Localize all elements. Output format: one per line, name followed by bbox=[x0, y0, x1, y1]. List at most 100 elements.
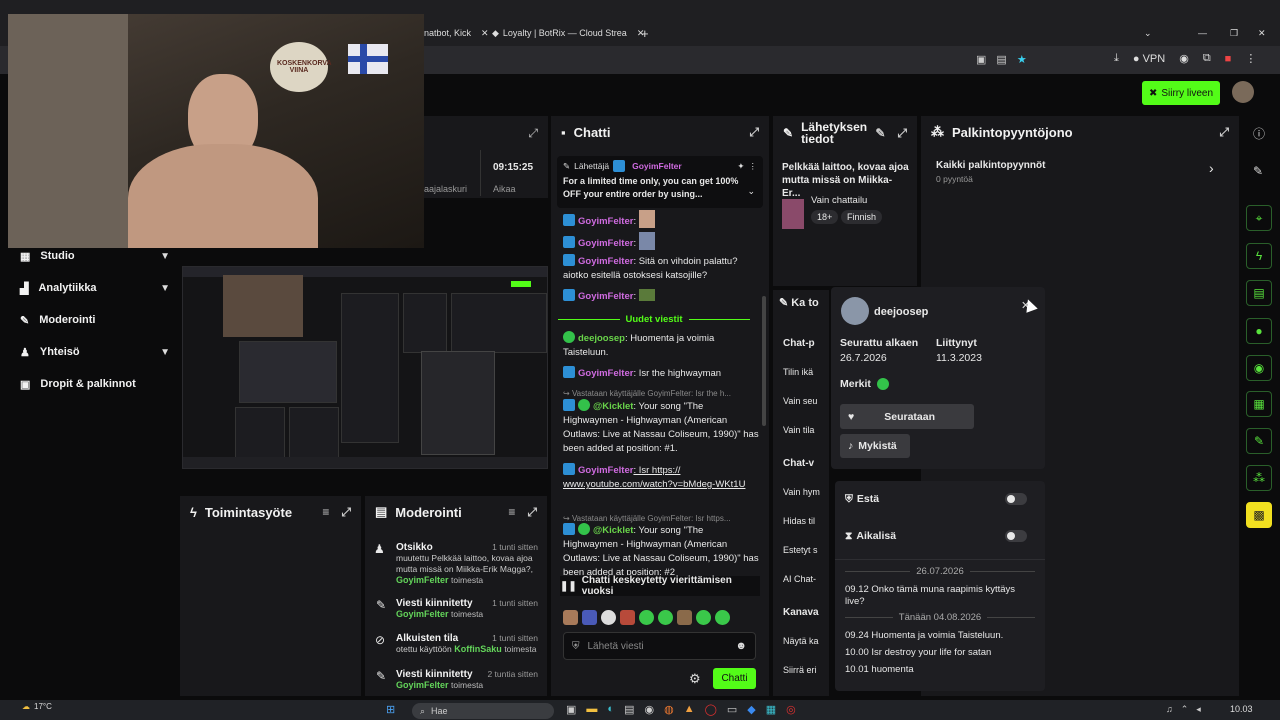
broadcast-button[interactable]: ◉ bbox=[1246, 355, 1272, 381]
emote-button[interactable] bbox=[658, 610, 673, 625]
account-icon[interactable]: ◉ bbox=[1179, 52, 1189, 65]
info-card-button[interactable]: ▦ bbox=[1246, 391, 1272, 417]
screenshot-icon[interactable]: ▣ bbox=[976, 53, 986, 66]
edit-icon[interactable]: ✎ bbox=[875, 127, 885, 139]
emote-button[interactable] bbox=[639, 610, 654, 625]
extensions-icon[interactable]: ⧉ bbox=[1203, 52, 1211, 65]
lightning-button[interactable]: ϟ bbox=[1246, 243, 1272, 269]
sidebar-item-community[interactable]: ♟ Yhteisö ▼ bbox=[20, 338, 170, 366]
notes-button[interactable]: ▤ bbox=[1246, 280, 1272, 306]
app-icon[interactable]: ◎ bbox=[786, 703, 796, 716]
emote-button[interactable] bbox=[620, 610, 635, 625]
browser-tab-2[interactable]: ◆ Loyalty | BotRix — Cloud Strea ✕ bbox=[492, 22, 644, 44]
reward-icon: ⁂ bbox=[1253, 471, 1265, 485]
sidebar-item-analytics[interactable]: ▟ Analytiikka ▼ bbox=[20, 274, 170, 302]
emote-button[interactable] bbox=[677, 610, 692, 625]
go-live-button[interactable]: ✖ Siirry liveen bbox=[1142, 81, 1220, 105]
emote-button[interactable] bbox=[582, 610, 597, 625]
opera-icon[interactable]: ◯ bbox=[705, 703, 717, 716]
speaker-icon[interactable]: ◂ bbox=[1196, 704, 1201, 715]
panel-title: ✎ Ka to bbox=[779, 297, 819, 309]
weather-widget[interactable]: ☁ 17°C bbox=[22, 702, 52, 711]
popout-icon[interactable]: ⤢ bbox=[341, 505, 351, 520]
new-tab-button[interactable]: + bbox=[641, 22, 649, 44]
start-button[interactable]: ⊞ bbox=[386, 703, 395, 716]
sidebar-item-drops[interactable]: ▣ Dropit & palkinnot bbox=[20, 370, 170, 398]
close-tab-icon[interactable]: ✕ bbox=[481, 28, 489, 39]
unpin-icon[interactable]: ✦ bbox=[737, 161, 744, 172]
tools-button[interactable]: ✎ bbox=[1246, 428, 1272, 454]
vpn-button[interactable]: ● VPN bbox=[1133, 53, 1165, 65]
popout-icon[interactable]: ⤢ bbox=[749, 125, 759, 140]
ban-toggle[interactable] bbox=[1005, 493, 1027, 505]
info-icon[interactable]: ⓘ bbox=[1253, 125, 1265, 142]
scene-button[interactable]: ⌖ bbox=[1246, 205, 1272, 231]
expand-chevron-icon[interactable]: ⌄ bbox=[747, 186, 755, 197]
sidebar-item-moderation[interactable]: ✎ Moderointi bbox=[20, 306, 170, 334]
chevron-right-icon[interactable]: › bbox=[1209, 160, 1214, 176]
clapper-button[interactable]: ▩ bbox=[1246, 502, 1272, 528]
menu-icon[interactable]: ⋮ bbox=[1245, 52, 1256, 65]
chevron-up-icon[interactable]: ⌃ bbox=[1181, 704, 1189, 715]
rewards-button[interactable]: ⁂ bbox=[1246, 465, 1272, 491]
tab-label: Loyalty | BotRix — Cloud Strea bbox=[502, 28, 627, 38]
browser-tab-1[interactable]: natbot, Kick ✕ bbox=[424, 22, 489, 44]
section-title: Chat-v bbox=[783, 458, 815, 469]
maximize-icon[interactable]: ❐ bbox=[1230, 22, 1238, 44]
app-icon[interactable]: ▦ bbox=[766, 703, 776, 716]
following-button[interactable]: ♥ Seurataan bbox=[840, 404, 974, 429]
reader-icon[interactable]: ▤ bbox=[996, 53, 1006, 66]
chat-input[interactable]: ⛨ Lähetä viesti ☻ bbox=[563, 632, 756, 660]
tab-list-icon[interactable]: ⌄ bbox=[1144, 22, 1152, 44]
popout-icon[interactable]: ⤢ bbox=[1219, 125, 1229, 140]
steam-icon[interactable]: ◉ bbox=[644, 703, 654, 716]
popout-icon[interactable]: ⤢ bbox=[527, 505, 537, 520]
sign-text: KOSKENKORVA VIINA bbox=[277, 60, 332, 74]
emote-button[interactable] bbox=[696, 610, 711, 625]
chat-paused-banner[interactable]: ❚❚ Chatti keskeytetty vierittämisen vuok… bbox=[560, 575, 760, 597]
pinned-message[interactable]: ✎ Lähettäjä GoyimFelter ✦ ⋮ For a limite… bbox=[557, 156, 763, 208]
firefox-icon[interactable]: ◍ bbox=[664, 703, 674, 716]
chat-button[interactable]: ● bbox=[1246, 318, 1272, 344]
taskbar: ☁ 17°C ⊞ ⌕ Hae ▣ ▬ ◐ ▤ ◉ ◍ ▲ ◯ ▭ ◆ ▦ ◎ ♫… bbox=[0, 700, 1280, 720]
mute-button[interactable]: ♪ Mykistä bbox=[840, 434, 910, 458]
chat-settings-gear-icon[interactable]: ⚙ bbox=[689, 671, 701, 687]
avatar[interactable] bbox=[1232, 81, 1254, 103]
chat-scrollbar[interactable] bbox=[762, 296, 766, 426]
vlc-icon[interactable]: ▲ bbox=[684, 703, 695, 716]
vpn-label: VPN bbox=[1142, 52, 1166, 65]
popout-icon[interactable]: ⤢ bbox=[528, 126, 538, 141]
minimize-icon[interactable]: — bbox=[1198, 22, 1207, 44]
clock[interactable]: 10.03 bbox=[1230, 704, 1253, 714]
send-chat-button[interactable]: Chatti bbox=[713, 668, 756, 689]
more-icon[interactable]: ⋮ bbox=[749, 161, 758, 172]
app-icon[interactable]: ◆ bbox=[747, 703, 755, 716]
folder-icon[interactable]: ▬ bbox=[586, 703, 597, 716]
task-view-icon[interactable]: ▣ bbox=[566, 703, 576, 716]
reward-queue-header: ⁂ Palkintopyyntöjono ⤢ bbox=[921, 116, 1239, 148]
user-card-username[interactable]: deejoosep bbox=[874, 306, 928, 318]
all-requests-label[interactable]: Kaikki palkintopyynnöt bbox=[936, 160, 1045, 171]
extension-red-icon[interactable]: ■ bbox=[1225, 53, 1232, 65]
taskbar-search[interactable]: ⌕ Hae bbox=[412, 703, 554, 719]
following-label: Seurataan bbox=[884, 410, 936, 423]
lightning-icon: ϟ bbox=[1255, 249, 1263, 263]
filter-icon[interactable]: ≡ bbox=[508, 505, 515, 520]
mic-icon[interactable]: ♫ bbox=[1166, 704, 1173, 715]
edge-icon[interactable]: ◐ bbox=[607, 703, 614, 716]
download-icon[interactable]: ⤓ bbox=[1114, 52, 1119, 65]
emote-button[interactable] bbox=[715, 610, 730, 625]
emote-button[interactable] bbox=[601, 610, 616, 625]
emoji-icon[interactable]: ☻ bbox=[735, 640, 747, 652]
tab-label: natbot, Kick bbox=[424, 28, 472, 38]
terminal-icon[interactable]: ▭ bbox=[727, 703, 737, 716]
timeout-toggle[interactable] bbox=[1005, 530, 1027, 542]
edit-layout-icon[interactable]: ✎ bbox=[1253, 164, 1263, 178]
filter-icon[interactable]: ≡ bbox=[322, 505, 329, 520]
close-window-icon[interactable]: ✕ bbox=[1258, 22, 1266, 44]
emote-button[interactable] bbox=[563, 610, 578, 625]
system-tray: ♫ ⌃ ◂ bbox=[1166, 704, 1201, 715]
popout-icon[interactable]: ⤢ bbox=[897, 127, 907, 139]
bookmark-star-icon[interactable]: ★ bbox=[1017, 53, 1027, 66]
store-icon[interactable]: ▤ bbox=[624, 703, 634, 716]
